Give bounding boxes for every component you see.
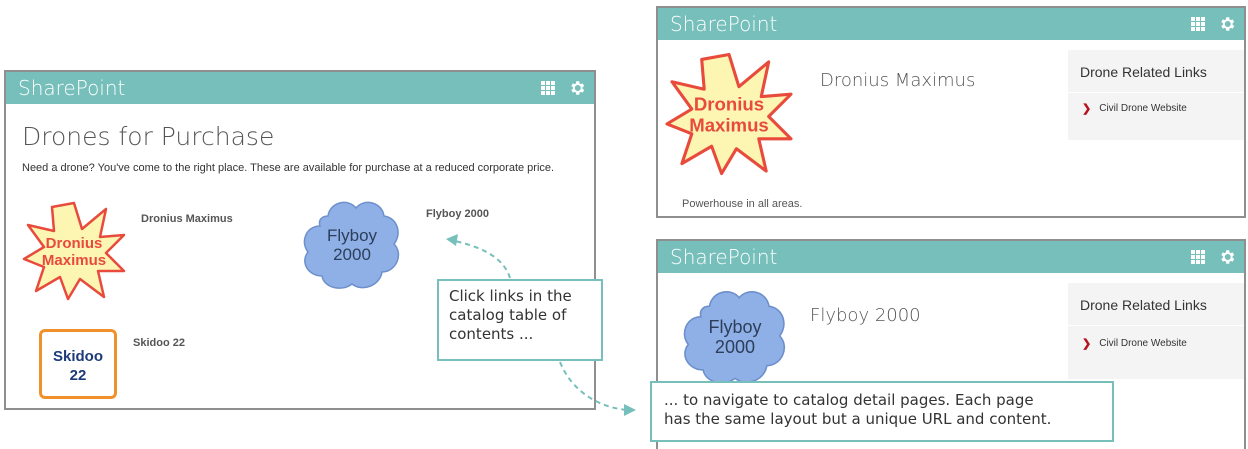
callout-line: contents ... xyxy=(449,325,534,343)
link-label: Civil Drone Website xyxy=(1099,338,1187,349)
gear-icon[interactable] xyxy=(1218,248,1236,266)
civil-drone-website-link[interactable]: ❯ Civil Drone Website xyxy=(1082,337,1187,350)
link-label: Civil Drone Website xyxy=(1099,103,1187,114)
flyboy-2000-image: Flyboy 2000 xyxy=(683,291,785,384)
skidoo-22-image[interactable]: Skidoo 22 xyxy=(39,329,117,399)
burst-text-line2: Maximus xyxy=(42,252,106,269)
suite-bar: SharePoint xyxy=(658,8,1244,40)
detail-page-dronius: SharePoint Dronius Maximus Dronius Maxim… xyxy=(656,6,1246,218)
app-launcher-icon[interactable] xyxy=(1191,17,1205,31)
suite-bar: SharePoint xyxy=(6,72,594,104)
dronius-maximus-image[interactable]: Dronius Maximus xyxy=(22,201,126,301)
burst-text-line2: Maximus xyxy=(689,114,769,135)
page-title: Drones for Purchase xyxy=(22,122,275,151)
gear-icon[interactable] xyxy=(1218,15,1236,33)
cloud-text-line2: 2000 xyxy=(333,245,371,264)
catalog-link-skidoo[interactable]: Skidoo 22 xyxy=(133,337,185,349)
callout-line: ... to navigate to catalog detail pages.… xyxy=(664,391,1034,409)
brand-label[interactable]: SharePoint xyxy=(670,245,777,269)
brand-label[interactable]: SharePoint xyxy=(670,12,777,36)
chevron-right-icon: ❯ xyxy=(1082,338,1092,350)
related-links-title: Drone Related Links xyxy=(1080,64,1207,80)
cloud-text-line1: Flyboy xyxy=(708,317,761,337)
cloud-text-line2: 2000 xyxy=(715,337,755,357)
divider xyxy=(1068,325,1244,326)
divider xyxy=(1068,92,1244,93)
detail-title: Flyboy 2000 xyxy=(810,305,921,326)
burst-text-line1: Dronius xyxy=(46,235,103,252)
suite-bar: SharePoint xyxy=(658,241,1244,273)
related-links-panel: Drone Related Links ❯ Civil Drone Websit… xyxy=(1068,50,1244,140)
gear-icon[interactable] xyxy=(568,79,586,97)
chevron-right-icon: ❯ xyxy=(1082,103,1092,115)
detail-title: Dronius Maximus xyxy=(820,70,976,91)
arrow-head xyxy=(624,404,636,416)
civil-drone-website-link[interactable]: ❯ Civil Drone Website xyxy=(1082,102,1187,115)
burst-text-line1: Dronius xyxy=(694,93,764,114)
callout-navigate: ... to navigate to catalog detail pages.… xyxy=(650,381,1114,442)
detail-caption: Powerhouse in all areas. xyxy=(682,198,803,210)
callout-line: has the same layout but a unique URL and… xyxy=(664,410,1052,428)
app-launcher-icon[interactable] xyxy=(541,81,555,95)
callout-line: catalog table of xyxy=(449,306,567,324)
skidoo-text-line1: Skidoo xyxy=(52,348,103,365)
app-launcher-icon[interactable] xyxy=(1191,250,1205,264)
page-description: Need a drone? You've come to the right p… xyxy=(22,162,555,174)
catalog-link-dronius[interactable]: Dronius Maximus xyxy=(141,213,233,225)
catalog-link-flyboy[interactable]: Flyboy 2000 xyxy=(426,208,489,220)
related-links-panel: Drone Related Links ❯ Civil Drone Websit… xyxy=(1068,283,1244,379)
flyboy-2000-image[interactable]: Flyboy 2000 xyxy=(300,196,404,294)
cloud-text-line1: Flyboy xyxy=(327,226,378,245)
related-links-title: Drone Related Links xyxy=(1080,297,1207,313)
skidoo-text-line2: 22 xyxy=(69,367,87,384)
dronius-maximus-image: Dronius Maximus xyxy=(665,52,793,176)
callout-line: Click links in the xyxy=(449,287,572,305)
brand-label[interactable]: SharePoint xyxy=(18,76,125,100)
callout-click-links: Click links in the catalog table of cont… xyxy=(437,279,603,361)
